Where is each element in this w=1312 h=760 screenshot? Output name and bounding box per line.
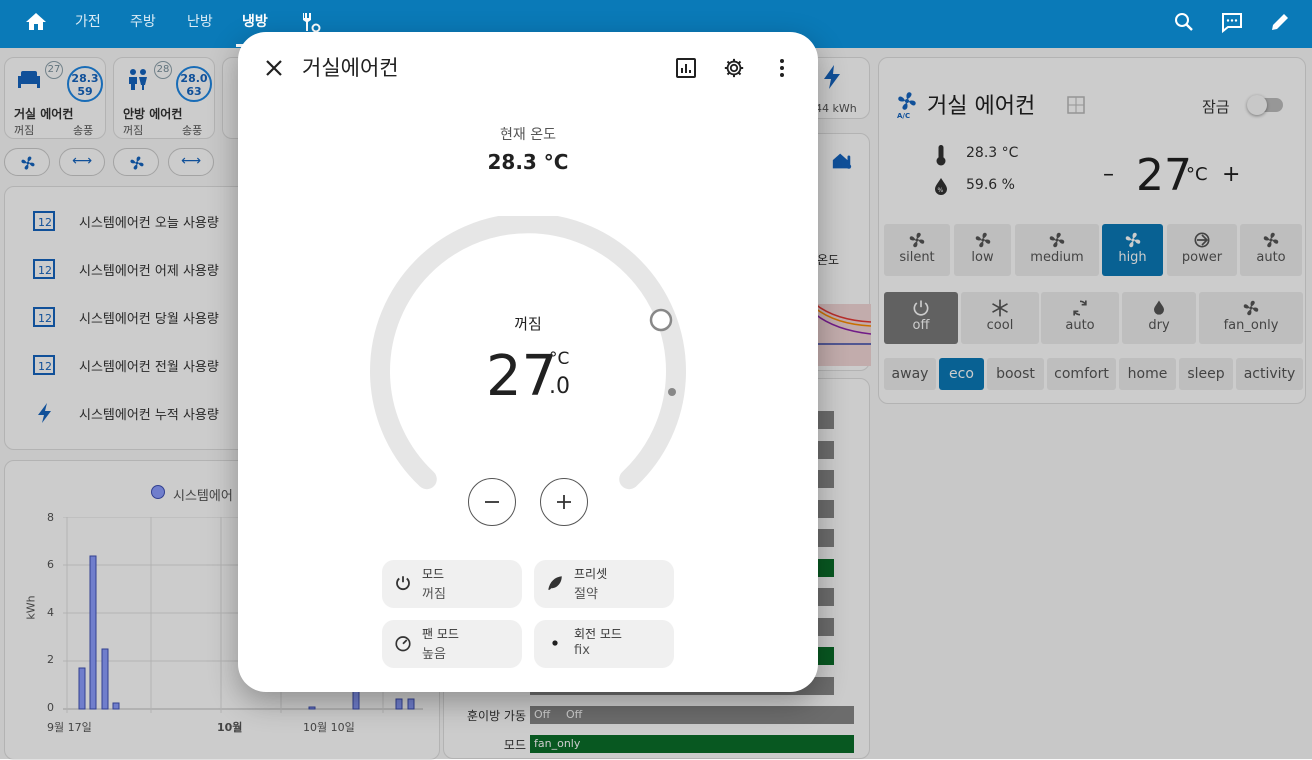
feature-hvac-mode[interactable]: 모드 꺼짐 — [382, 560, 522, 608]
feature-swing-mode[interactable]: 회전 모드 fix — [534, 620, 674, 668]
hvac-state: 꺼짐 — [514, 315, 542, 333]
close-icon[interactable] — [264, 58, 284, 78]
gear-icon[interactable] — [723, 57, 745, 79]
dialog-title: 거실에어컨 — [302, 56, 399, 80]
increase-button[interactable] — [540, 478, 588, 526]
dot-icon — [552, 640, 558, 646]
tab-heating[interactable]: 난방 — [187, 11, 213, 31]
current-temp-label: 현재 온도 — [500, 127, 556, 143]
feature-preset[interactable]: 프리셋 절약 — [534, 560, 674, 608]
edit-icon[interactable] — [1268, 10, 1292, 34]
tab-appliances[interactable]: 가전 — [75, 11, 101, 31]
feature-fan-mode[interactable]: 팬 모드 높음 — [382, 620, 522, 668]
target-temp-integer: 27 — [486, 344, 558, 409]
search-icon[interactable] — [1172, 10, 1196, 34]
current-temp-value: 28.3 °C — [487, 150, 569, 174]
minus-icon — [485, 501, 499, 503]
history-chart-icon[interactable] — [675, 57, 697, 79]
current-temp-marker — [668, 388, 676, 396]
home-icon[interactable] — [24, 10, 48, 34]
more-info-dialog: 거실에어컨 현재 온도 28.3 °C 꺼짐 27 °C .0 모드 꺼짐 프리… — [238, 32, 818, 692]
more-vert-icon[interactable] — [772, 57, 792, 79]
leaf-icon — [548, 576, 562, 590]
assist-icon[interactable] — [1220, 10, 1244, 34]
target-temp-unit: °C — [549, 349, 570, 369]
target-temp-decimal: .0 — [549, 374, 570, 399]
gauge-icon — [395, 636, 411, 652]
power-icon — [396, 576, 410, 591]
decrease-button[interactable] — [468, 478, 516, 526]
tab-kitchen[interactable]: 주방 — [130, 11, 156, 31]
tools-icon[interactable] — [298, 10, 322, 34]
plus-icon — [557, 495, 571, 509]
tab-cooling[interactable]: 냉방 — [242, 11, 268, 31]
